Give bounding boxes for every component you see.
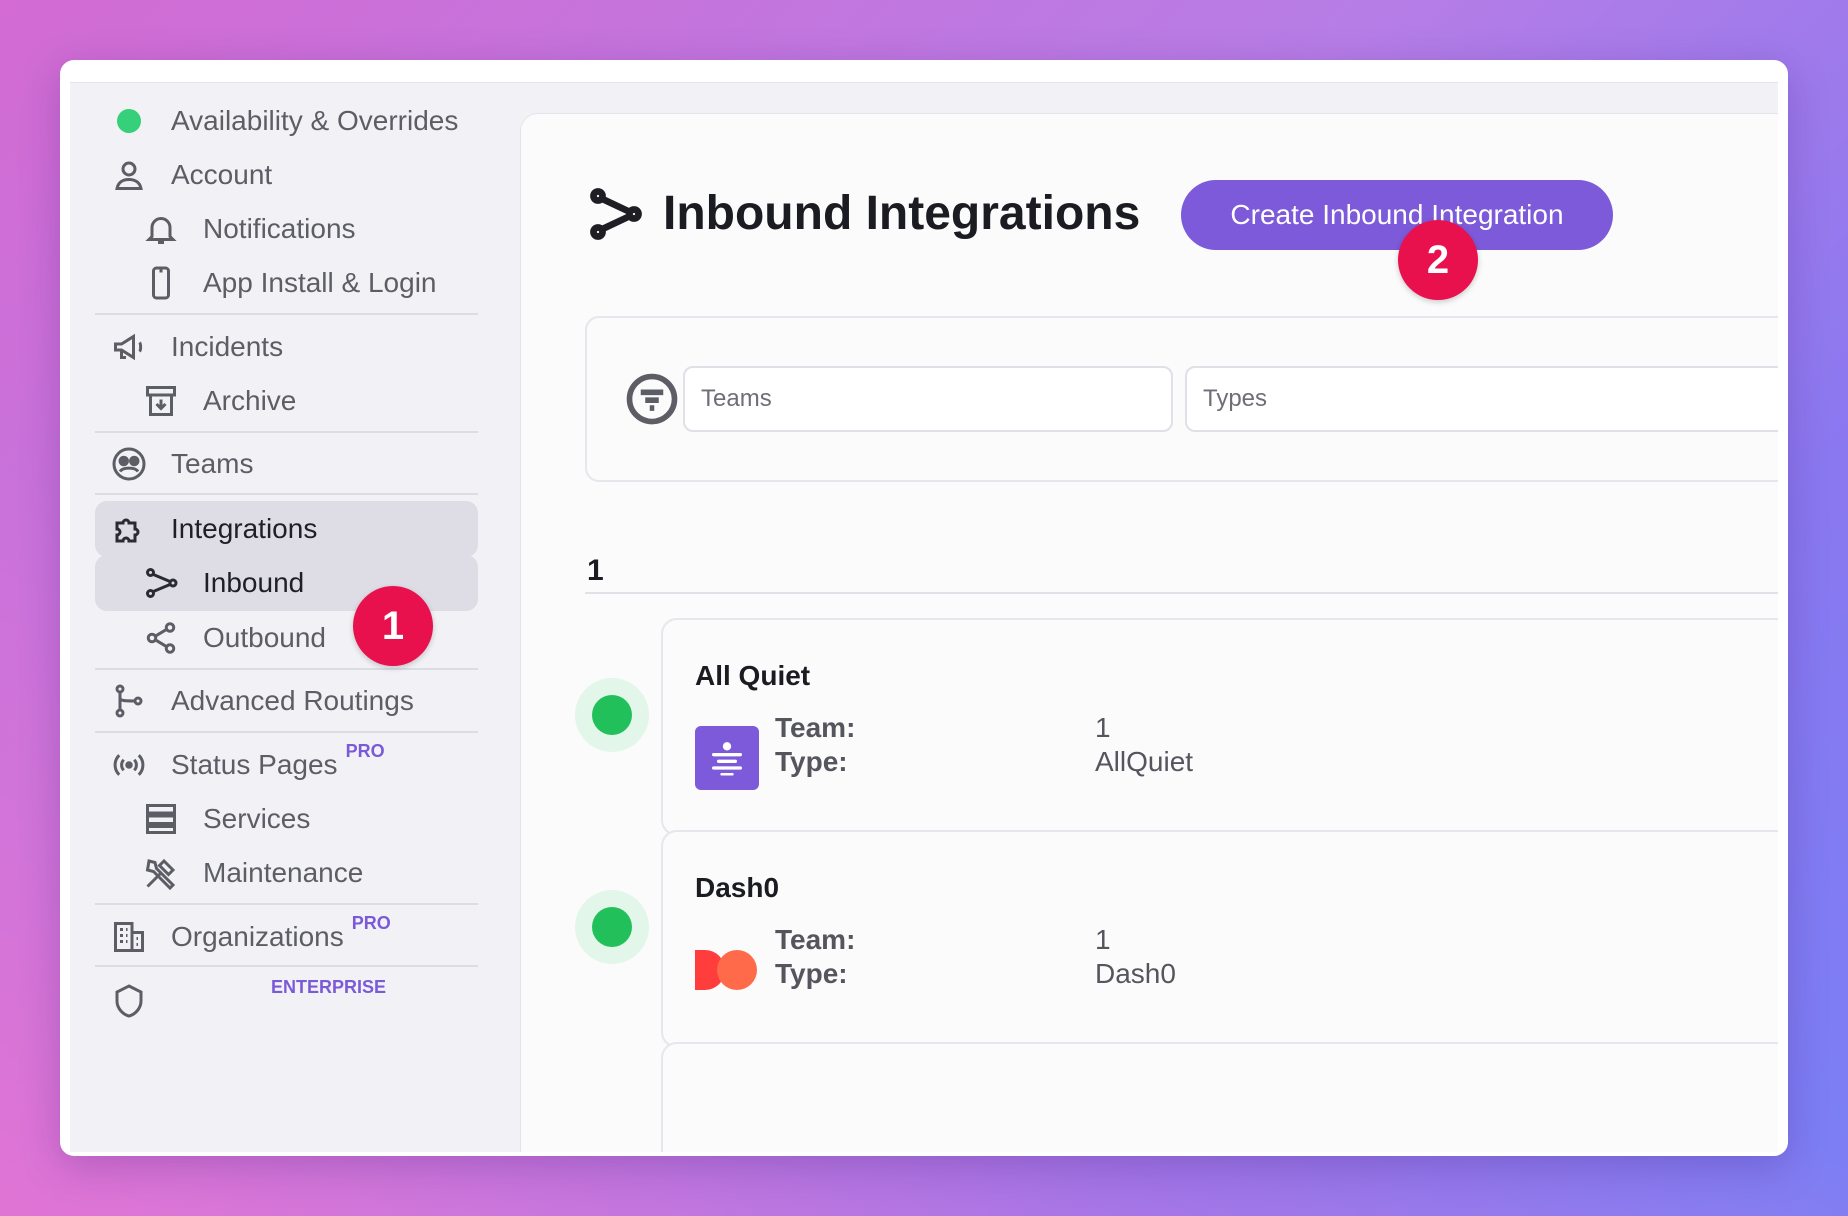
app-container: Availability & Overrides Account Notific… (70, 82, 1778, 1152)
team-value: 1 (1095, 924, 1111, 955)
server-icon (139, 797, 183, 841)
team-value: 1 (1095, 712, 1111, 743)
sidebar-item-label: Teams (171, 448, 254, 479)
status-indicator (575, 890, 649, 964)
teams-icon (107, 442, 151, 486)
sidebar-item-availability[interactable]: Availability & Overrides (95, 93, 478, 149)
sidebar-item-integrations[interactable]: Integrations (95, 501, 478, 557)
archive-icon (139, 379, 183, 423)
integration-name: Dash0 (695, 872, 780, 903)
teams-filter-input[interactable]: Teams (683, 366, 1173, 432)
divider (95, 903, 478, 905)
sidebar-item-incidents[interactable]: Incidents (95, 319, 478, 375)
sidebar-item-organizations[interactable]: Organizations PRO (95, 909, 478, 965)
status-dot-icon (107, 99, 151, 143)
sidebar-item-label: Services (203, 803, 311, 834)
sidebar-item-label: Inbound (203, 567, 305, 598)
sidebar-item-label: Outbound (203, 622, 326, 653)
type-label: Type: (775, 746, 848, 777)
sidebar-item-label: Incidents (171, 331, 284, 362)
user-icon (107, 153, 151, 197)
sidebar-item-maintenance[interactable]: Maintenance (95, 845, 478, 901)
pro-badge: PRO (351, 912, 391, 933)
sidebar-item-label: Archive (203, 385, 297, 416)
sidebar-item-label: Status Pages (171, 749, 338, 780)
divider (95, 731, 478, 733)
step-marker-1: 1 (353, 586, 433, 666)
allquiet-logo-icon (695, 726, 759, 790)
page-header: Inbound Integrations (589, 186, 1140, 241)
main-panel: Inbound Integrations Create Inbound Inte… (520, 113, 1778, 1152)
create-inbound-integration-button[interactable]: Create Inbound Integration (1181, 180, 1613, 250)
sidebar-item-label: Advanced Routings (171, 685, 414, 716)
divider (95, 965, 478, 967)
page-title: Inbound Integrations (663, 187, 1141, 240)
sidebar: Availability & Overrides Account Notific… (70, 83, 510, 1152)
type-label: Type: (775, 958, 848, 989)
divider (95, 668, 478, 670)
integration-name: All Quiet (695, 660, 811, 691)
building-icon (107, 915, 151, 959)
type-value: AllQuiet (1095, 746, 1194, 777)
puzzle-icon (107, 507, 151, 551)
team-label: Team: (775, 924, 856, 955)
sidebar-item-notifications[interactable]: Notifications (95, 201, 478, 257)
dash0-logo-icon (695, 938, 759, 1002)
sidebar-item-label: App Install & Login (203, 267, 437, 298)
filter-icon[interactable] (625, 372, 679, 426)
sidebar-item-account[interactable]: Account (95, 147, 478, 203)
team-label: Team: (775, 712, 856, 743)
divider (585, 592, 1778, 594)
shield-icon (107, 979, 151, 1023)
types-filter-input[interactable]: Types (1185, 366, 1778, 432)
integration-card[interactable] (661, 1042, 1778, 1152)
sidebar-item-app-install[interactable]: App Install & Login (95, 255, 478, 311)
sidebar-item-status-pages[interactable]: Status Pages PRO (95, 737, 478, 793)
group-heading: 1 (587, 554, 604, 587)
sidebar-item-teams[interactable]: Teams (95, 436, 478, 492)
sidebar-item-label: Notifications (203, 213, 356, 244)
sidebar-item-label: Organizations (171, 921, 344, 952)
window-frame: Availability & Overrides Account Notific… (60, 60, 1788, 1156)
integration-card[interactable]: Dash0 Team: Type: 1 Dash0 (661, 830, 1778, 1048)
divider (95, 431, 478, 433)
step-marker-2: 2 (1398, 220, 1478, 300)
share-icon (139, 616, 183, 660)
sidebar-item-label: Account (171, 159, 273, 190)
sidebar-item-label: Integrations (171, 513, 318, 544)
divider (95, 313, 478, 315)
sidebar-item-advanced-routings[interactable]: Advanced Routings (95, 673, 478, 729)
phone-icon (139, 261, 183, 305)
type-value: Dash0 (1095, 958, 1176, 989)
sidebar-item-enterprise[interactable]: ENTERPRISE (95, 973, 478, 1029)
status-indicator (575, 678, 649, 752)
broadcast-icon (107, 743, 151, 787)
integration-card[interactable]: All Quiet Team: Type: 1 AllQuiet (661, 618, 1778, 836)
inbound-icon (139, 561, 183, 605)
enterprise-badge: ENTERPRISE (271, 976, 387, 997)
sidebar-item-label: Maintenance (203, 857, 364, 888)
pro-badge: PRO (345, 740, 385, 761)
sidebar-item-label: Availability & Overrides (171, 105, 459, 136)
inbound-icon (590, 187, 642, 240)
megaphone-icon (107, 325, 151, 369)
filter-bar: Teams Types (585, 316, 1778, 482)
branch-icon (107, 679, 151, 723)
divider (95, 493, 478, 495)
tools-icon (139, 851, 183, 895)
sidebar-item-services[interactable]: Services (95, 791, 478, 847)
sidebar-item-archive[interactable]: Archive (95, 373, 478, 429)
bell-icon (139, 207, 183, 251)
